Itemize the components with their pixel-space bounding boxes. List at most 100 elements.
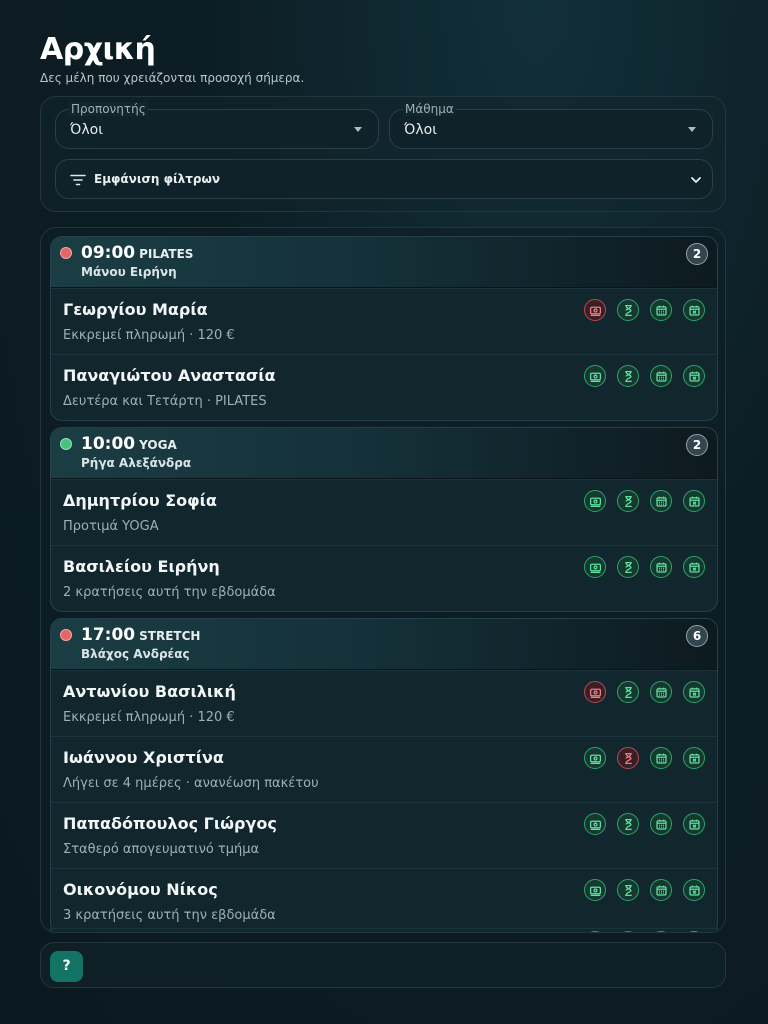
hourglass-icon[interactable] [617, 299, 639, 321]
cash-icon[interactable] [584, 490, 606, 512]
member-row[interactable]: Παπαδόπουλος Γιώργος Σταθερό απογευματινό… [51, 802, 717, 868]
dropdown-arrow-icon [688, 127, 696, 132]
calendar-icon[interactable] [650, 365, 672, 387]
class-group-header[interactable]: 17:00 STRETCH Βλάχος Ανδρέας 6 [51, 619, 717, 670]
class-name: PILATES [139, 247, 194, 261]
member-note: 2 κρατήσεις αυτή την εβδομάδα [63, 585, 276, 600]
cash-icon[interactable] [584, 556, 606, 578]
calendar-icon[interactable] [650, 681, 672, 703]
filter-panel: Προπονητής Όλοι Μάθημα Όλοι Εμφάνιση φίλ… [40, 96, 726, 212]
member-note: Προτιμά YOGA [63, 519, 159, 534]
status-dot [60, 247, 72, 259]
member-actions [584, 813, 705, 835]
class-group: 10:00 YOGA Ρήγα Αλεξάνδρα 2 Δημητρίου Σοφία Π… [50, 427, 718, 612]
cancel-calendar-icon[interactable] [683, 747, 705, 769]
member-row[interactable]: Αντωνίου Βασιλική Εκκρεμεί πληρωμή · 120 … [51, 670, 717, 736]
class-time: 17:00 STRETCH [81, 625, 200, 645]
class-time: 10:00 YOGA [81, 434, 177, 454]
member-actions [584, 365, 705, 387]
class-time: 09:00 PILATES [81, 243, 193, 263]
class-time-value: 09:00 [81, 243, 136, 263]
page-subtitle: Δες μέλη που χρειάζονται προσοχή σήμερα. [40, 71, 305, 85]
member-row[interactable]: Οικονόμου Νίκος 3 κρατήσεις αυτή την εβδο… [51, 868, 717, 932]
hourglass-icon[interactable] [617, 490, 639, 512]
member-name: Γεωργίου Μαρία [63, 300, 208, 319]
member-count-badge: 2 [686, 243, 708, 265]
member-count-badge: 6 [686, 625, 708, 647]
hourglass-icon[interactable] [617, 681, 639, 703]
schedule-list[interactable]: 09:00 PILATES Μάνου Ειρήνη 2 Γεωργίου Μαρία Ε… [40, 227, 726, 933]
hourglass-icon[interactable] [617, 747, 639, 769]
calendar-icon[interactable] [650, 556, 672, 578]
class-trainer: Μάνου Ειρήνη [81, 265, 177, 279]
member-name: Οικονόμου Νίκος [63, 880, 218, 899]
class-time-value: 17:00 [81, 625, 136, 645]
cash-icon[interactable] [584, 365, 606, 387]
calendar-icon[interactable] [650, 490, 672, 512]
member-row[interactable]: Δημητρίου Σοφία Προτιμά YOGA [51, 479, 717, 545]
cash-icon[interactable] [584, 879, 606, 901]
calendar-icon[interactable] [650, 299, 672, 321]
member-note: Σταθερό απογευματινό τμήμα [63, 842, 260, 857]
member-name: Αντωνίου Βασιλική [63, 682, 236, 701]
calendar-icon[interactable] [650, 747, 672, 769]
cancel-calendar-icon[interactable] [683, 556, 705, 578]
hourglass-icon [617, 931, 639, 932]
member-row[interactable]: Βασιλείου Ειρήνη 2 κρατήσεις αυτή την εβδ… [51, 545, 717, 611]
lesson-select[interactable]: Μάθημα Όλοι [389, 102, 713, 149]
show-filters-label: Εμφάνιση φίλτρων [94, 172, 221, 186]
cancel-calendar-icon[interactable] [683, 681, 705, 703]
page-header: Αρχική Δες μέλη που χρειάζονται προσοχή … [40, 32, 304, 85]
class-group: 09:00 PILATES Μάνου Ειρήνη 2 Γεωργίου Μαρία Ε… [50, 236, 718, 421]
cash-icon [584, 931, 606, 932]
trainer-select[interactable]: Προπονητής Όλοι [55, 102, 379, 149]
member-note: Λήγει σε 4 ημέρες · ανανέωση πακέτου [63, 776, 319, 791]
member-name: Βασιλείου Ειρήνη [63, 557, 220, 576]
lesson-select-value: Όλοι [404, 122, 437, 138]
hourglass-icon[interactable] [617, 879, 639, 901]
member-note: 3 κρατήσεις αυτή την εβδομάδα [63, 908, 276, 923]
class-group-header[interactable]: 10:00 YOGA Ρήγα Αλεξάνδρα 2 [51, 428, 717, 479]
member-actions [584, 747, 705, 769]
cash-icon[interactable] [584, 813, 606, 835]
member-actions [584, 490, 705, 512]
member-actions [584, 879, 705, 901]
member-row-partial [50, 928, 718, 932]
status-dot [60, 438, 72, 450]
cancel-calendar-icon[interactable] [683, 365, 705, 387]
hourglass-icon[interactable] [617, 556, 639, 578]
member-row[interactable]: Ιωάννου Χριστίνα Λήγει σε 4 ημέρες · αναν… [51, 736, 717, 802]
cancel-calendar-icon[interactable] [683, 299, 705, 321]
cancel-calendar-icon[interactable] [683, 813, 705, 835]
calendar-icon [650, 931, 672, 932]
member-row[interactable]: Γεωργίου Μαρία Εκκρεμεί πληρωμή · 120 € [51, 288, 717, 354]
member-note: Εκκρεμεί πληρωμή · 120 € [63, 710, 235, 725]
show-filters-toggle[interactable]: Εμφάνιση φίλτρων [55, 159, 713, 199]
hourglass-icon[interactable] [617, 365, 639, 387]
cash-icon[interactable] [584, 299, 606, 321]
lesson-select-label: Μάθημα [403, 102, 456, 116]
cash-icon[interactable] [584, 747, 606, 769]
hourglass-icon[interactable] [617, 813, 639, 835]
calendar-icon[interactable] [650, 813, 672, 835]
class-time-value: 10:00 [81, 434, 136, 454]
member-row[interactable]: Παναγιώτου Αναστασία Δευτέρα και Τετάρτη … [51, 354, 717, 420]
member-actions [584, 681, 705, 703]
class-name: STRETCH [139, 629, 201, 643]
trainer-select-label: Προπονητής [69, 102, 148, 116]
filter-icon [70, 174, 86, 186]
bottom-bar: ? [40, 942, 726, 988]
help-button[interactable]: ? [50, 951, 83, 982]
cancel-calendar-icon[interactable] [683, 490, 705, 512]
status-dot [60, 629, 72, 641]
cash-icon[interactable] [584, 681, 606, 703]
cancel-calendar-icon[interactable] [683, 879, 705, 901]
class-trainer: Βλάχος Ανδρέας [81, 647, 190, 661]
member-name: Παναγιώτου Αναστασία [63, 366, 276, 385]
page-title: Αρχική [40, 32, 156, 67]
member-name: Ιωάννου Χριστίνα [63, 748, 224, 767]
member-note: Δευτέρα και Τετάρτη · PILATES [63, 394, 267, 409]
chevron-down-icon [691, 177, 701, 183]
class-group-header[interactable]: 09:00 PILATES Μάνου Ειρήνη 2 [51, 237, 717, 288]
calendar-icon[interactable] [650, 879, 672, 901]
